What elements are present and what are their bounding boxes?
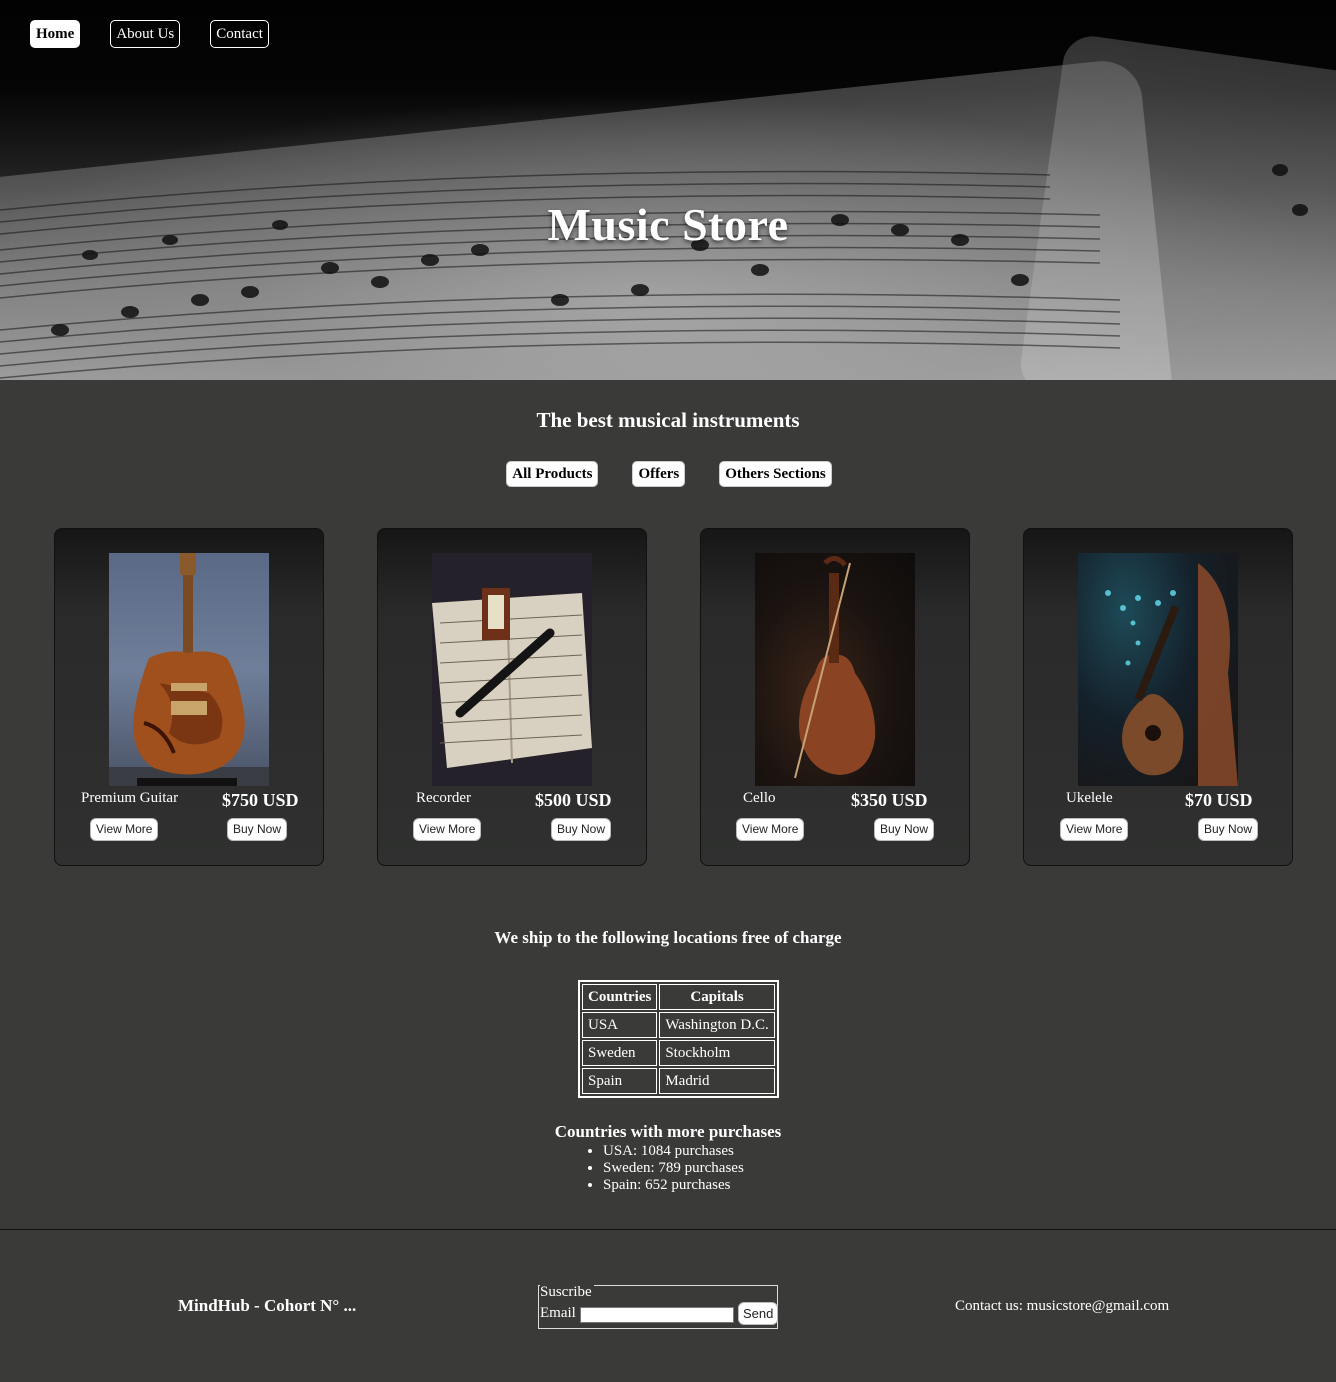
section-heading: The best musical instruments <box>536 408 800 432</box>
email-input[interactable] <box>580 1307 734 1323</box>
nav-about-us-button[interactable]: About Us <box>110 20 181 48</box>
column-header: Capitals <box>659 984 775 1010</box>
nav-contact-button[interactable]: Contact <box>210 20 269 48</box>
recorder-on-sheet-music-photo <box>432 553 592 786</box>
product-card-ukelele: Ukelele $70 USD View More Buy Now <box>1023 528 1293 866</box>
guitar-illustration <box>109 553 269 786</box>
buy-now-button[interactable]: Buy Now <box>227 818 288 841</box>
buy-now-button[interactable]: Buy Now <box>551 818 612 841</box>
table-row: Spain Madrid <box>582 1068 775 1094</box>
view-more-button[interactable]: View More <box>736 818 805 841</box>
list-item: Sweden: 789 purchases <box>603 1160 744 1177</box>
purchases-title: Countries with more purchases <box>554 1122 782 1141</box>
send-button[interactable]: Send <box>738 1302 779 1325</box>
table-cell: USA <box>582 1012 658 1038</box>
product-name: Premium Guitar <box>81 790 179 806</box>
footer-divider <box>0 1229 1336 1230</box>
cello-illustration <box>794 556 876 779</box>
recorder-illustration <box>432 588 592 768</box>
cello-photo <box>755 553 915 786</box>
filter-offers-button[interactable]: Offers <box>632 461 686 487</box>
product-name: Ukelele <box>1066 790 1113 806</box>
buy-now-button[interactable]: Buy Now <box>874 818 935 841</box>
email-label: Email <box>540 1305 576 1321</box>
product-price: $500 USD <box>535 790 612 810</box>
shipping-title: We ship to the following locations free … <box>494 928 842 947</box>
purchases-list: USA: 1084 purchases Sweden: 789 purchase… <box>603 1143 744 1194</box>
filter-buttons: All Products Offers Others Sections <box>0 461 1336 487</box>
hero-banner: Music Store <box>0 0 1336 380</box>
subscribe-form: Suscribe Email Send <box>538 1284 779 1329</box>
table-cell: Spain <box>582 1068 658 1094</box>
top-nav: Home About Us Contact <box>30 20 269 48</box>
product-price: $350 USD <box>851 790 928 810</box>
column-header: Countries <box>582 984 658 1010</box>
product-card-guitar: Premium Guitar $750 USD View More Buy No… <box>54 528 324 866</box>
ukulele-photo <box>1078 553 1238 786</box>
table-row: USA Washington D.C. <box>582 1012 775 1038</box>
shipping-table: Countries Capitals USA Washington D.C. S… <box>578 980 779 1098</box>
table-cell: Stockholm <box>659 1040 775 1066</box>
filter-others-sections-button[interactable]: Others Sections <box>719 461 832 487</box>
view-more-button[interactable]: View More <box>413 818 482 841</box>
table-cell: Madrid <box>659 1068 775 1094</box>
list-item: USA: 1084 purchases <box>603 1143 744 1160</box>
product-card-recorder: Recorder $500 USD View More Buy Now <box>377 528 647 866</box>
ukulele-illustration <box>1105 563 1238 786</box>
table-header-row: Countries Capitals <box>582 984 775 1010</box>
product-name: Cello <box>743 790 776 806</box>
table-row: Sweden Stockholm <box>582 1040 775 1066</box>
footer-brand: MindHub - Cohort N° ... <box>178 1296 357 1315</box>
view-more-button[interactable]: View More <box>90 818 159 841</box>
page-title: Music Store <box>547 199 789 250</box>
product-price: $70 USD <box>1185 790 1253 810</box>
table-cell: Sweden <box>582 1040 658 1066</box>
product-price: $750 USD <box>222 790 299 810</box>
electric-guitar-photo <box>109 553 269 786</box>
hero-sheet-music-staves <box>0 164 1308 379</box>
nav-home-button[interactable]: Home <box>30 20 81 48</box>
list-item: Spain: 652 purchases <box>603 1177 744 1194</box>
view-more-button[interactable]: View More <box>1060 818 1129 841</box>
subscribe-legend: Suscribe <box>540 1284 594 1301</box>
footer-contact: Contact us: musicstore@gmail.com <box>955 1298 1170 1314</box>
product-name: Recorder <box>416 790 471 806</box>
product-card-cello: Cello $350 USD View More Buy Now <box>700 528 970 866</box>
table-cell: Washington D.C. <box>659 1012 775 1038</box>
buy-now-button[interactable]: Buy Now <box>1198 818 1259 841</box>
filter-all-products-button[interactable]: All Products <box>506 461 599 487</box>
